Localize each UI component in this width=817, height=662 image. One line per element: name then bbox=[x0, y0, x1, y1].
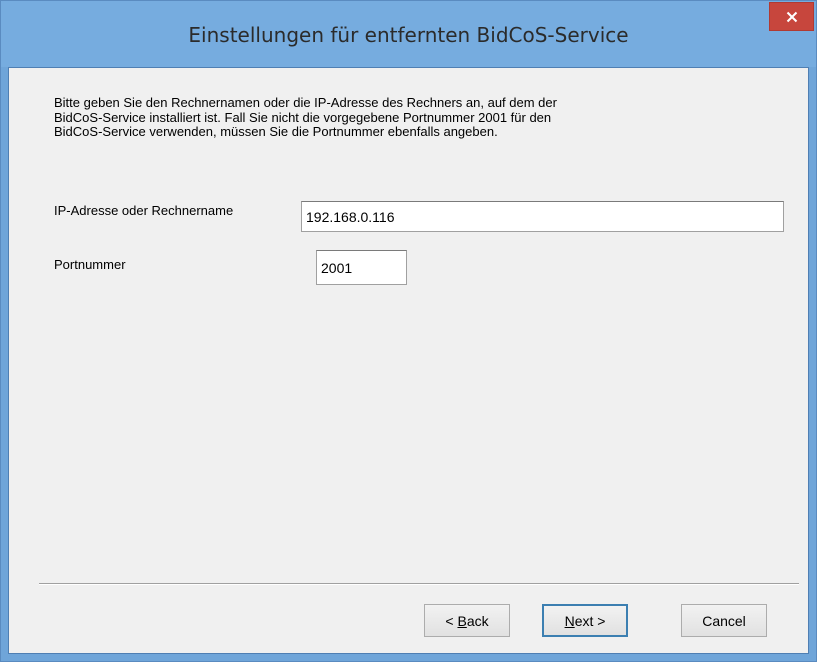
dialog-window: Einstellungen für entfernten BidCoS-Serv… bbox=[0, 0, 817, 662]
port-label: Portnummer bbox=[54, 257, 126, 272]
back-button-label: ack bbox=[466, 612, 489, 629]
close-button[interactable] bbox=[769, 2, 814, 31]
instructions-text: Bitte geben Sie den Rechnernamen oder di… bbox=[54, 95, 754, 140]
cancel-button-label: Cancel bbox=[702, 612, 746, 629]
next-button-mnemonic: N bbox=[564, 612, 575, 629]
back-button-prefix: < bbox=[445, 612, 458, 629]
port-input[interactable] bbox=[316, 250, 407, 285]
ip-address-input[interactable] bbox=[301, 201, 784, 232]
instructions-line-1: Bitte geben Sie den Rechnernamen oder di… bbox=[54, 95, 557, 110]
instructions-line-3: BidCoS-Service verwenden, müssen Sie die… bbox=[54, 124, 498, 139]
dialog-body: Bitte geben Sie den Rechnernamen oder di… bbox=[8, 67, 809, 654]
next-button-label: ext > bbox=[574, 612, 606, 629]
back-button[interactable]: < Back bbox=[424, 604, 510, 637]
close-icon bbox=[786, 11, 797, 22]
next-button[interactable]: Next > bbox=[542, 604, 628, 637]
instructions-line-2: BidCoS-Service installiert ist. Fall Sie… bbox=[54, 109, 552, 125]
ip-address-label: IP-Adresse oder Rechnername bbox=[54, 203, 234, 218]
title-bar[interactable]: Einstellungen für entfernten BidCoS-Serv… bbox=[1, 1, 816, 67]
separator bbox=[39, 583, 799, 585]
cancel-button[interactable]: Cancel bbox=[681, 604, 767, 637]
back-button-mnemonic: B bbox=[457, 612, 467, 629]
window-title: Einstellungen für entfernten BidCoS-Serv… bbox=[188, 23, 629, 47]
